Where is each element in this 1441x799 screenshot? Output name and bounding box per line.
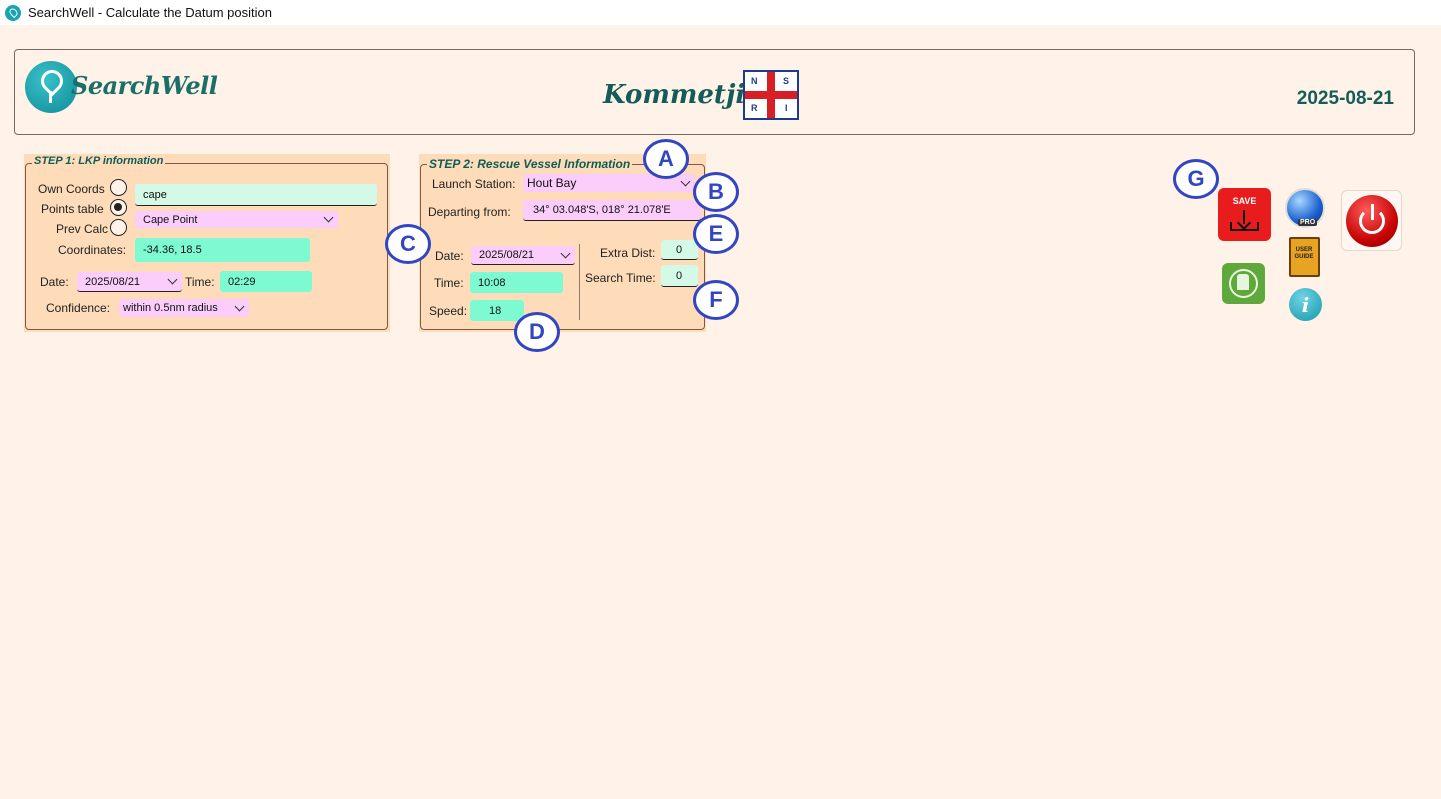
lkp-date-picker[interactable]: 2025/08/21 (77, 272, 182, 292)
point-search-input[interactable]: cape (135, 184, 377, 206)
exit-button[interactable] (1341, 190, 1402, 251)
vessel-date-picker[interactable]: 2025/08/21 (471, 246, 575, 265)
station-title: Kommetjie (603, 80, 762, 110)
lkp-date-value: 2025/08/21 (85, 275, 141, 288)
chevron-down-icon (167, 274, 178, 285)
prev-calc-label: Prev Calc (56, 222, 109, 236)
callout-f: F (693, 280, 739, 320)
own-coords-radio[interactable] (110, 179, 127, 196)
launch-station-value: Hout Bay (527, 176, 577, 190)
points-table-label: Points table (41, 202, 104, 216)
departing-from-field[interactable]: 34° 03.048'S, 018° 21.078'E (523, 200, 701, 221)
info-button[interactable]: i (1289, 288, 1322, 321)
location-pin-icon (25, 61, 77, 113)
prev-calc-radio[interactable] (110, 219, 127, 236)
chevron-down-icon (680, 176, 691, 186)
speed-label: Speed: (429, 304, 468, 318)
launch-station-label: Launch Station: (432, 177, 516, 191)
chevron-down-icon (234, 301, 245, 311)
confidence-select[interactable]: within 0.5nm radius (119, 299, 249, 317)
app-header: SearchWell Kommetjie N S R I 2025-08-21 (14, 49, 1415, 135)
vessel-date-value: 2025/08/21 (479, 249, 535, 261)
search-time-field[interactable]: 0 (661, 265, 698, 287)
save-label: SAVE (1232, 196, 1257, 206)
flag-letter-n: N (751, 76, 758, 86)
lkp-time-label: Time: (185, 275, 215, 289)
lkp-time-field[interactable]: 02:29 (220, 271, 312, 292)
departing-from-label: Departing from: (428, 205, 511, 219)
point-select-value: Cape Point (143, 213, 198, 226)
step1-legend: STEP 1: LKP information (32, 155, 166, 167)
own-coords-label: Own Coords (38, 182, 105, 196)
app-pin-icon (5, 4, 21, 21)
coordinates-label: Coordinates: (58, 243, 127, 257)
google-earth-button[interactable]: PRO (1285, 188, 1325, 230)
step1-panel: STEP 1: LKP information Own Coords Point… (24, 154, 390, 332)
vessel-time-label: Time: (434, 276, 464, 290)
vessel-date-label: Date: (435, 249, 464, 263)
extra-dist-label: Extra Dist: (600, 246, 656, 260)
flag-letter-r: R (751, 103, 758, 113)
chevron-down-icon (560, 248, 571, 258)
vessel-time-field[interactable]: 10:08 (470, 272, 563, 293)
callout-a: A (643, 139, 689, 179)
confidence-label: Confidence: (46, 301, 111, 315)
window-title: SearchWell - Calculate the Datum positio… (28, 5, 272, 20)
save-button[interactable]: SAVE (1218, 188, 1271, 241)
callout-e: E (693, 214, 739, 254)
flag-letter-i: I (785, 103, 788, 113)
speed-field[interactable]: 18 (470, 300, 524, 321)
step2-panel: STEP 2: Rescue Vessel Information Launch… (419, 154, 706, 332)
pro-badge: PRO (1298, 219, 1318, 226)
step2-divider (579, 244, 580, 320)
logo-text: SearchWell (71, 71, 218, 100)
confidence-value: within 0.5nm radius (123, 302, 218, 314)
user-guide-button[interactable]: USER GUIDE (1287, 237, 1322, 279)
step2-legend: STEP 2: Rescue Vessel Information (427, 157, 633, 171)
points-table-radio[interactable] (110, 199, 127, 216)
point-select[interactable]: Cape Point (135, 211, 338, 228)
coordinates-field[interactable]: -34.36, 18.5 (135, 238, 310, 262)
callout-b: B (693, 172, 739, 212)
chevron-down-icon (323, 212, 334, 223)
clear-button[interactable] (1222, 263, 1265, 304)
nsri-flag-icon: N S R I (743, 70, 799, 120)
lkp-date-label: Date: (40, 275, 69, 289)
user-guide-label: USER GUIDE (1294, 247, 1314, 260)
searchwell-logo: SearchWell (25, 59, 218, 115)
search-time-label: Search Time: (585, 271, 656, 285)
flag-letter-s: S (783, 76, 790, 86)
window-titlebar: SearchWell - Calculate the Datum positio… (0, 0, 1441, 25)
callout-d: D (514, 312, 560, 352)
callout-g: G (1173, 159, 1219, 199)
header-date: 2025-08-21 (1296, 88, 1394, 109)
callout-c: C (385, 224, 431, 264)
info-icon: i (1301, 292, 1310, 317)
extra-dist-field[interactable]: 0 (661, 240, 698, 260)
